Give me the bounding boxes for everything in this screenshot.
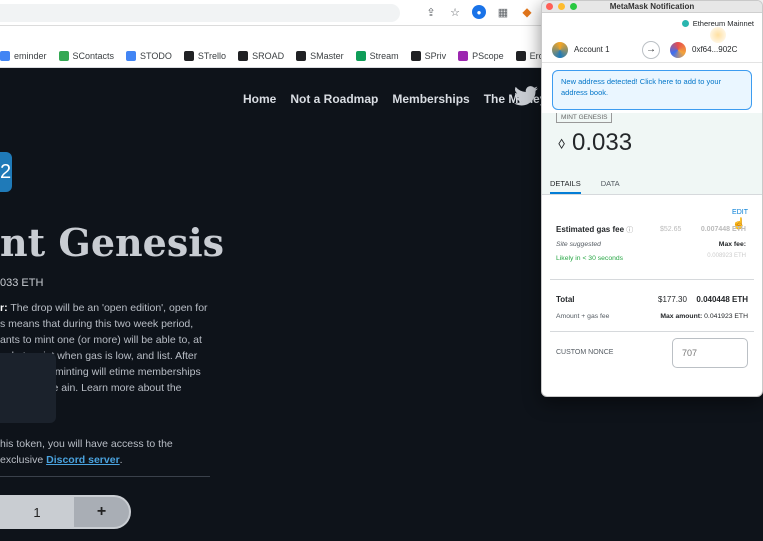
confirmation-estimate: Likely in < 30 seconds (556, 255, 624, 262)
twitter-icon[interactable] (514, 86, 538, 106)
bookmark-label: STODO (140, 50, 172, 61)
transaction-amount: 0.033 (572, 129, 633, 156)
total-fiat: $177.30 (658, 295, 687, 304)
tab-data[interactable]: DATA (601, 173, 620, 194)
bookmark-favicon-icon (58, 50, 69, 61)
bookmark-label: SPriv (424, 50, 447, 61)
close-window-button[interactable] (546, 3, 553, 10)
metamask-fox-icon[interactable]: ◆ (520, 5, 534, 19)
recipient-avatar (670, 42, 686, 58)
max-amount-label: Max amount: (660, 313, 703, 320)
bookmark-label: SMaster (310, 50, 344, 61)
blue-badge: 2 (0, 152, 12, 192)
extension-blue-icon[interactable]: ● (472, 5, 486, 19)
window-controls (546, 3, 577, 10)
info-icon[interactable]: ⓘ (626, 227, 633, 234)
from-account[interactable]: Account 1 (574, 45, 610, 54)
increment-button[interactable]: + (74, 497, 129, 527)
bookmark-label: SROAD (252, 50, 285, 61)
gas-fee-fiat: $52.65 (660, 226, 682, 233)
access-tail: . (119, 454, 123, 466)
zoom-window-button[interactable] (570, 3, 577, 10)
amount-gas-label: Amount + gas fee (556, 313, 610, 320)
max-fee-value: 0.008923 ETH (707, 253, 746, 259)
custom-nonce-label: CUSTOM NONCE (556, 349, 614, 356)
share-icon[interactable]: ⇪ (424, 5, 438, 19)
recipient-address[interactable]: 0xf64...902C (692, 45, 737, 54)
method-tag: MINT GENESIS (556, 113, 613, 123)
arrow-right-icon: → (642, 41, 660, 59)
bookmark-item[interactable]: STrello (183, 50, 227, 61)
bookmark-item[interactable]: eminder (0, 50, 47, 61)
access-text: his token, you will have access to the e… (0, 436, 215, 468)
metamask-window: MetaMask Notification Ethereum Mainnet A… (541, 0, 763, 397)
nav-home[interactable]: Home (243, 92, 276, 106)
bookmark-label: STrello (197, 50, 227, 61)
window-titlebar: MetaMask Notification (542, 1, 762, 13)
separator (550, 331, 754, 332)
image-panel (0, 353, 56, 423)
qr-icon[interactable]: ▦ (496, 5, 510, 19)
transaction-summary: MINT GENESIS ⬨ 0.033 DETAILS DATA (542, 113, 762, 195)
bookmark-item[interactable]: Stream (355, 50, 399, 61)
bookmark-favicon-icon (183, 50, 194, 61)
page-title: nt Genesis (0, 220, 225, 265)
tab-details[interactable]: DETAILS (550, 173, 581, 194)
max-fee-label: Max fee: (718, 241, 746, 248)
minimize-window-button[interactable] (558, 3, 565, 10)
bookmark-label: eminder (14, 50, 47, 61)
custom-nonce-input[interactable] (672, 338, 748, 368)
bookmark-favicon-icon (0, 50, 10, 61)
discord-link[interactable]: Discord server (46, 454, 120, 466)
extension-toolbar: ⇪ ☆ ● ▦ ◆ ■ (424, 5, 558, 19)
max-amount: Max amount: 0.041923 ETH (660, 313, 748, 320)
bookmark-label: Stream (369, 50, 399, 61)
nav-memberships[interactable]: Memberships (392, 92, 469, 106)
new-address-notice[interactable]: New address detected! Click here to add … (552, 70, 752, 110)
network-row: Ethereum Mainnet (542, 13, 762, 43)
bookmark-item[interactable]: SROAD (238, 50, 285, 61)
details-panel: EDIT ☝ Estimated gas fee ⓘ $52.65 0.0074… (542, 195, 762, 395)
edit-gas-button[interactable]: EDIT (732, 209, 748, 216)
site-nav: Home Not a Roadmap Memberships The Money (243, 92, 546, 106)
bookmark-favicon-icon (515, 50, 526, 61)
eth-icon: ⬨ (558, 135, 566, 152)
quantity-stepper: 1 + (0, 495, 131, 529)
gas-fee-label-text: Estimated gas fee (556, 225, 625, 234)
bookmark-favicon-icon (410, 50, 421, 61)
bookmark-item[interactable]: STODO (126, 50, 172, 61)
total-eth: 0.040448 ETH (696, 295, 748, 304)
nav-roadmap[interactable]: Not a Roadmap (290, 92, 378, 106)
account-avatar (552, 42, 568, 58)
description-lead: r: (0, 302, 8, 314)
max-amount-value: 0.041923 ETH (704, 313, 748, 320)
address-bar[interactable] (0, 4, 400, 22)
network-selector[interactable]: Ethereum Mainnet (681, 19, 754, 28)
site-suggested-label: Site suggested (556, 241, 601, 248)
quantity-value[interactable]: 1 (0, 505, 74, 520)
bookmark-item[interactable]: SMaster (296, 50, 344, 61)
gas-fee-label: Estimated gas fee ⓘ (556, 225, 633, 235)
network-name: Ethereum Mainnet (692, 19, 754, 28)
account-row: Account 1 → 0xf64...902C (542, 37, 762, 63)
mint-price: 033 ETH (0, 277, 44, 289)
bookmark-item[interactable]: SContacts (58, 50, 115, 61)
bookmark-favicon-icon (126, 50, 137, 61)
total-label: Total (556, 295, 575, 304)
detail-tabs: DETAILS DATA (542, 173, 762, 195)
star-icon[interactable]: ☆ (448, 5, 462, 19)
network-status-icon (681, 20, 689, 27)
bookmark-item[interactable]: SPriv (410, 50, 447, 61)
bookmark-favicon-icon (458, 50, 469, 61)
gas-fee-eth: 0.007448 ETH (700, 226, 746, 233)
bookmark-label: SContacts (72, 50, 115, 61)
bookmark-favicon-icon (296, 50, 307, 61)
separator (550, 279, 754, 280)
bookmark-label: PScope (472, 50, 504, 61)
bookmark-item[interactable]: PScope (458, 50, 504, 61)
bookmark-favicon-icon (238, 50, 249, 61)
bookmark-favicon-icon (355, 50, 366, 61)
divider (0, 476, 210, 477)
